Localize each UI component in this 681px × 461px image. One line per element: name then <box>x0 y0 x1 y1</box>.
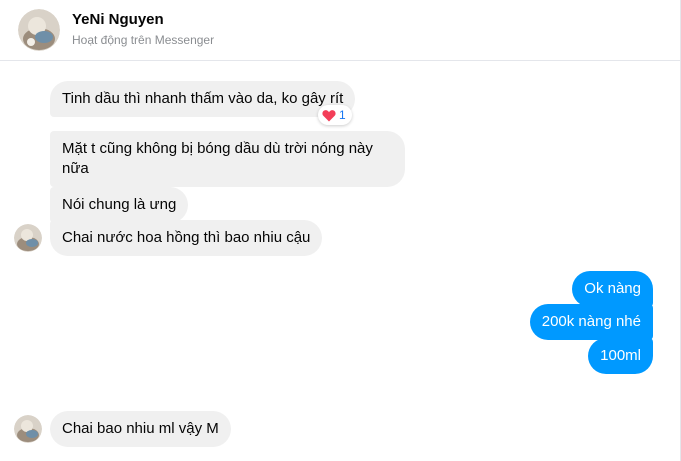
heart-icon <box>322 109 336 122</box>
message-text: Chai nước hoa hồng thì bao nhiu cậu <box>62 229 311 246</box>
message-bubble-outgoing[interactable]: 100ml <box>588 338 653 374</box>
message-text: 100ml <box>600 347 641 364</box>
reaction-count: 1 <box>339 108 346 122</box>
contact-name[interactable]: YeNi Nguyen <box>72 11 164 28</box>
message-bubble-outgoing[interactable]: 200k nàng nhé <box>529 304 653 340</box>
message-bubble[interactable]: Tinh dầu thì nhanh thấm vào da, ko gây r… <box>50 81 356 117</box>
message-text: Nói chung là ưng <box>62 196 177 213</box>
message-text-line2: nữa <box>62 160 89 177</box>
contact-avatar-small[interactable] <box>14 415 42 443</box>
contact-status: Hoạt động trên Messenger <box>72 33 215 47</box>
chat-header: YeNi Nguyen Hoạt động trên Messenger <box>0 0 680 61</box>
message-bubble[interactable]: Mặt t cũng không bị bóng dầu dù trời nón… <box>50 131 405 187</box>
message-text: Ok nàng <box>584 280 641 297</box>
reaction-badge[interactable]: 1 <box>318 105 352 125</box>
message-bubble-outgoing[interactable]: Ok nàng <box>572 271 653 307</box>
message-thread: Tinh dầu thì nhanh thấm vào da, ko gây r… <box>0 61 680 461</box>
message-text: Mặt t cũng không bị bóng dầu dù trời nón… <box>62 140 373 157</box>
message-bubble[interactable]: Nói chung là ưng <box>50 187 189 223</box>
message-text: Tinh dầu thì nhanh thấm vào da, ko gây r… <box>62 90 344 107</box>
message-bubble[interactable]: Chai nước hoa hồng thì bao nhiu cậu <box>50 220 323 256</box>
message-text: Chai bao nhiu ml vậy M <box>62 420 219 437</box>
contact-avatar-small[interactable] <box>14 224 42 252</box>
chat-window: YeNi Nguyen Hoạt động trên Messenger Tin… <box>0 0 681 461</box>
contact-avatar[interactable] <box>18 9 60 51</box>
message-bubble[interactable]: Chai bao nhiu ml vậy M <box>50 411 231 447</box>
message-text: 200k nàng nhé <box>541 313 641 330</box>
